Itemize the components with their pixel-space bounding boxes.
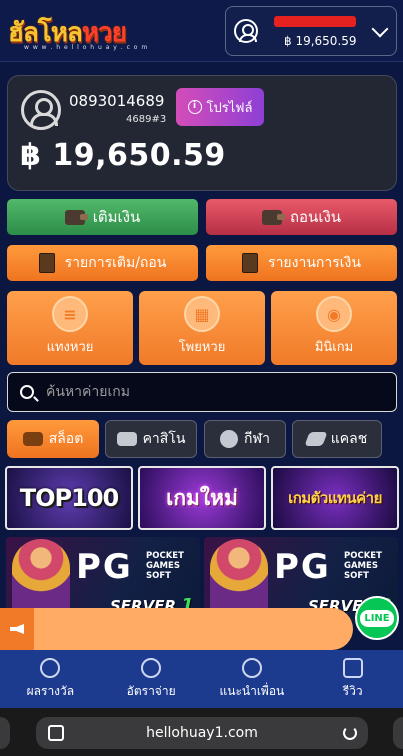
announcement-marquee[interactable] xyxy=(0,608,353,650)
withdraw-button[interactable]: ถอนเงิน xyxy=(206,199,397,235)
pg-logo: PG xyxy=(76,547,133,587)
slot-chest-icon xyxy=(22,432,43,446)
casino-chip-icon xyxy=(116,432,137,446)
category-crash[interactable]: แคลช xyxy=(292,420,382,458)
promo-new-games[interactable]: เกมใหม่ xyxy=(138,466,266,530)
site-logo[interactable]: ฮัลโหลหวย w w w . h e l l o h u a y . c … xyxy=(6,6,154,56)
header-balance: ฿ 19,650.59 xyxy=(284,33,357,48)
line-chat-button[interactable]: LINE xyxy=(355,596,399,640)
provider-name: POCKET GAMES SOFT xyxy=(146,551,184,581)
football-icon xyxy=(220,430,239,448)
promo-label: เกมใหม่ xyxy=(166,485,238,510)
search-input[interactable] xyxy=(46,384,366,400)
page-menu-icon[interactable] xyxy=(48,725,64,741)
tile-label: โพยหวย xyxy=(178,340,226,355)
nav-payout-rates[interactable]: อัตราจ่าย xyxy=(101,650,202,708)
bottom-navigation: ผลรางวัล อัตราจ่าย แนะนำเพื่อน รีวิว xyxy=(0,650,403,708)
reload-icon[interactable] xyxy=(343,726,357,740)
tile-label: แทงหวย xyxy=(46,340,94,355)
chevron-down-icon xyxy=(371,20,389,37)
profile-button[interactable]: i โปรไฟล์ xyxy=(176,88,264,126)
game-provider-search[interactable] xyxy=(7,372,397,412)
avatar-icon xyxy=(21,90,61,130)
calendar-list-icon: ▦ xyxy=(184,296,220,332)
promo-label: เกมตัวแทนค่าย xyxy=(288,489,382,507)
user-phone: 0893014689 xyxy=(69,92,165,110)
category-label: แคลช xyxy=(330,431,368,447)
wallet-icon xyxy=(261,209,285,225)
search-icon xyxy=(20,385,34,399)
logo-subtitle: w w w . h e l l o h u a y . c o m xyxy=(24,43,149,51)
profile-button-label: โปรไฟล์ xyxy=(206,100,253,116)
nav-review[interactable]: รีวิว xyxy=(302,650,403,708)
nav-results[interactable]: ผลรางวัล xyxy=(0,650,101,708)
user-id: 4689#3 xyxy=(126,114,167,125)
category-label: คาสิโน xyxy=(142,431,186,447)
document-icon xyxy=(38,253,55,273)
info-icon: i xyxy=(187,100,202,114)
browser-address-bar: hellohuay1.com xyxy=(0,708,403,756)
category-slot[interactable]: สล็อต xyxy=(7,420,99,458)
rocket-icon xyxy=(304,432,328,446)
withdraw-label: ถอนเงิน xyxy=(289,208,342,226)
deposit-button[interactable]: เติมเงิน xyxy=(7,199,198,235)
promo-top100[interactable]: TOP100 xyxy=(5,466,133,530)
nav-label: อัตราจ่าย xyxy=(126,683,176,698)
finance-report-button[interactable]: รายงานการเงิน xyxy=(206,245,397,281)
redacted-username xyxy=(274,15,356,27)
tile-bet-lottery[interactable]: ≡ แทงหวย xyxy=(7,291,133,365)
review-chat-icon xyxy=(342,657,363,678)
lottery-ticket-icon: ≡ xyxy=(52,296,88,332)
nav-refer-friend[interactable]: แนะนำเพื่อน xyxy=(202,650,303,708)
next-tab-edge[interactable] xyxy=(393,717,403,749)
finance-report-label: รายงานการเงิน xyxy=(268,255,361,271)
gamepad-icon: ◉ xyxy=(316,296,352,332)
url-field[interactable]: hellohuay1.com xyxy=(36,717,368,749)
nav-label: รีวิว xyxy=(342,683,363,698)
profile-card: 0893014689 4689#3 i โปรไฟล์ ฿ 19,650.59 xyxy=(7,75,397,191)
nav-label: ผลรางวัล xyxy=(26,683,75,698)
top-header: ฮัลโหลหวย w w w . h e l l o h u a y . c … xyxy=(0,0,403,62)
account-dropdown[interactable]: ฿ 19,650.59 xyxy=(225,5,397,56)
report-icon xyxy=(242,253,259,273)
pg-logo: PG xyxy=(274,547,331,587)
friends-icon xyxy=(241,657,262,678)
transaction-history-label: รายการเติม/ถอน xyxy=(64,255,167,271)
tile-label: มินิเกม xyxy=(314,340,354,355)
user-icon xyxy=(234,18,258,43)
category-label: กีฬา xyxy=(244,431,270,447)
money-bag-icon xyxy=(141,657,162,678)
promo-label: TOP100 xyxy=(19,484,119,512)
promo-provider-agent-games[interactable]: เกมตัวแทนค่าย xyxy=(271,466,399,530)
url-text: hellohuay1.com xyxy=(146,725,258,741)
main-balance: ฿ 19,650.59 xyxy=(20,138,226,173)
megaphone-icon xyxy=(0,608,34,650)
deposit-label: เติมเงิน xyxy=(92,208,141,226)
nav-label: แนะนำเพื่อน xyxy=(219,683,285,698)
category-label: สล็อต xyxy=(48,431,84,447)
previous-tab-edge[interactable] xyxy=(0,717,10,749)
category-sport[interactable]: กีฬา xyxy=(204,420,286,458)
transaction-history-button[interactable]: รายการเติม/ถอน xyxy=(7,245,198,281)
category-casino[interactable]: คาสิโน xyxy=(105,420,197,458)
tile-lottery-slip[interactable]: ▦ โพยหวย xyxy=(139,291,265,365)
provider-name: POCKET GAMES SOFT xyxy=(344,551,382,581)
medal-icon xyxy=(40,657,61,678)
line-label: LINE xyxy=(360,609,394,627)
tile-mini-game[interactable]: ◉ มินิเกม xyxy=(271,291,397,365)
wallet-icon xyxy=(64,209,88,225)
